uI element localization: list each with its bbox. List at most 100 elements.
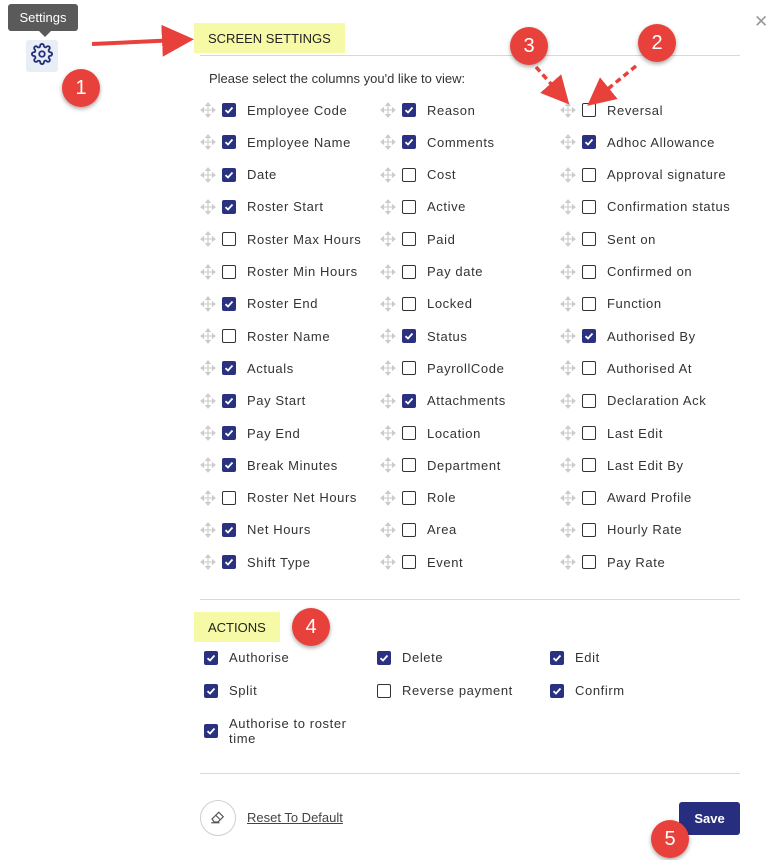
column-checkbox[interactable] — [402, 329, 416, 344]
column-option[interactable]: Pay Rate — [560, 550, 665, 574]
action-checkbox[interactable] — [550, 650, 564, 665]
column-option[interactable]: Declaration Ack — [560, 389, 706, 413]
column-option[interactable]: Adhoc Allowance — [560, 130, 715, 154]
column-checkbox[interactable] — [582, 296, 596, 311]
drag-handle-icon[interactable] — [380, 392, 396, 409]
drag-handle-icon[interactable] — [200, 489, 216, 506]
column-option[interactable]: Reason — [380, 98, 475, 122]
column-option[interactable]: Authorised At — [560, 356, 692, 380]
drag-handle-icon[interactable] — [380, 328, 396, 344]
column-checkbox[interactable] — [582, 264, 596, 279]
column-checkbox[interactable] — [222, 329, 236, 344]
drag-handle-icon[interactable] — [380, 522, 396, 538]
drag-handle-icon[interactable] — [560, 328, 576, 344]
column-option[interactable]: Pay End — [200, 421, 300, 445]
column-checkbox[interactable] — [402, 232, 416, 247]
action-checkbox[interactable] — [377, 683, 391, 698]
column-option[interactable]: Location — [380, 421, 481, 445]
drag-handle-icon[interactable] — [560, 554, 576, 571]
column-option[interactable]: Net Hours — [200, 518, 311, 542]
column-option[interactable]: Approval signature — [560, 163, 726, 187]
column-option[interactable]: Roster Start — [200, 195, 324, 219]
column-option[interactable]: PayrollCode — [380, 356, 504, 380]
column-checkbox[interactable] — [222, 361, 236, 376]
drag-handle-icon[interactable] — [560, 166, 576, 183]
action-option[interactable]: Split — [204, 683, 257, 698]
drag-handle-icon[interactable] — [200, 522, 216, 538]
column-checkbox[interactable] — [582, 361, 596, 376]
column-checkbox[interactable] — [222, 458, 236, 473]
action-option[interactable]: Confirm — [550, 683, 625, 698]
column-option[interactable]: Actuals — [200, 356, 294, 380]
column-checkbox[interactable] — [222, 555, 236, 570]
drag-handle-icon[interactable] — [200, 231, 216, 248]
save-button[interactable]: Save — [679, 802, 740, 835]
column-option[interactable]: Sent on — [560, 227, 656, 251]
column-option[interactable]: Authorised By — [560, 324, 696, 348]
column-checkbox[interactable] — [402, 393, 416, 408]
column-checkbox[interactable] — [402, 426, 416, 440]
column-option[interactable]: Roster Name — [200, 324, 330, 348]
column-checkbox[interactable] — [222, 135, 236, 150]
column-checkbox[interactable] — [402, 264, 416, 279]
column-checkbox[interactable] — [222, 167, 236, 182]
column-option[interactable]: Active — [380, 195, 466, 219]
column-option[interactable]: Department — [380, 453, 501, 477]
column-checkbox[interactable] — [582, 522, 596, 537]
column-checkbox[interactable] — [582, 458, 596, 473]
column-checkbox[interactable] — [582, 167, 596, 182]
column-checkbox[interactable] — [222, 426, 236, 440]
column-option[interactable]: Cost — [380, 163, 456, 187]
column-checkbox[interactable] — [222, 264, 236, 279]
column-option[interactable]: Employee Name — [200, 130, 351, 154]
column-checkbox[interactable] — [402, 135, 416, 150]
action-checkbox[interactable] — [204, 724, 218, 738]
action-checkbox[interactable] — [377, 650, 391, 665]
settings-button[interactable] — [26, 40, 58, 72]
column-checkbox[interactable] — [222, 232, 236, 247]
column-option[interactable]: Function — [560, 292, 662, 316]
drag-handle-icon[interactable] — [200, 102, 216, 118]
column-checkbox[interactable] — [222, 296, 236, 311]
column-option[interactable]: Roster Max Hours — [200, 227, 361, 251]
column-option[interactable]: Roster Net Hours — [200, 486, 357, 510]
column-option[interactable]: Confirmed on — [560, 260, 692, 284]
action-checkbox[interactable] — [204, 683, 218, 698]
drag-handle-icon[interactable] — [200, 199, 216, 215]
column-checkbox[interactable] — [402, 103, 416, 117]
column-option[interactable]: Comments — [380, 130, 495, 154]
column-option[interactable]: Attachments — [380, 389, 506, 413]
drag-handle-icon[interactable] — [380, 199, 396, 215]
drag-handle-icon[interactable] — [380, 360, 396, 377]
column-checkbox[interactable] — [402, 296, 416, 311]
drag-handle-icon[interactable] — [560, 457, 576, 474]
column-option[interactable]: Confirmation status — [560, 195, 730, 219]
drag-handle-icon[interactable] — [200, 166, 216, 183]
drag-handle-icon[interactable] — [560, 522, 576, 538]
action-option[interactable]: Edit — [550, 650, 600, 665]
column-option[interactable]: Reversal — [560, 98, 663, 122]
column-checkbox[interactable] — [582, 199, 596, 214]
drag-handle-icon[interactable] — [380, 134, 396, 151]
column-checkbox[interactable] — [222, 393, 236, 408]
drag-handle-icon[interactable] — [380, 263, 396, 280]
drag-handle-icon[interactable] — [560, 295, 576, 312]
drag-handle-icon[interactable] — [200, 425, 216, 441]
drag-handle-icon[interactable] — [200, 457, 216, 474]
column-checkbox[interactable] — [222, 199, 236, 214]
column-checkbox[interactable] — [582, 103, 596, 117]
drag-handle-icon[interactable] — [380, 166, 396, 183]
column-checkbox[interactable] — [582, 490, 596, 505]
drag-handle-icon[interactable] — [380, 231, 396, 248]
column-option[interactable]: Area — [380, 518, 457, 542]
column-option[interactable]: Last Edit — [560, 421, 663, 445]
column-checkbox[interactable] — [402, 522, 416, 537]
column-checkbox[interactable] — [402, 361, 416, 376]
column-option[interactable]: Roster End — [200, 292, 318, 316]
column-checkbox[interactable] — [582, 426, 596, 440]
column-option[interactable]: Employee Code — [200, 98, 347, 122]
drag-handle-icon[interactable] — [380, 457, 396, 474]
drag-handle-icon[interactable] — [380, 554, 396, 571]
drag-handle-icon[interactable] — [200, 263, 216, 280]
column-option[interactable]: Pay Start — [200, 389, 306, 413]
